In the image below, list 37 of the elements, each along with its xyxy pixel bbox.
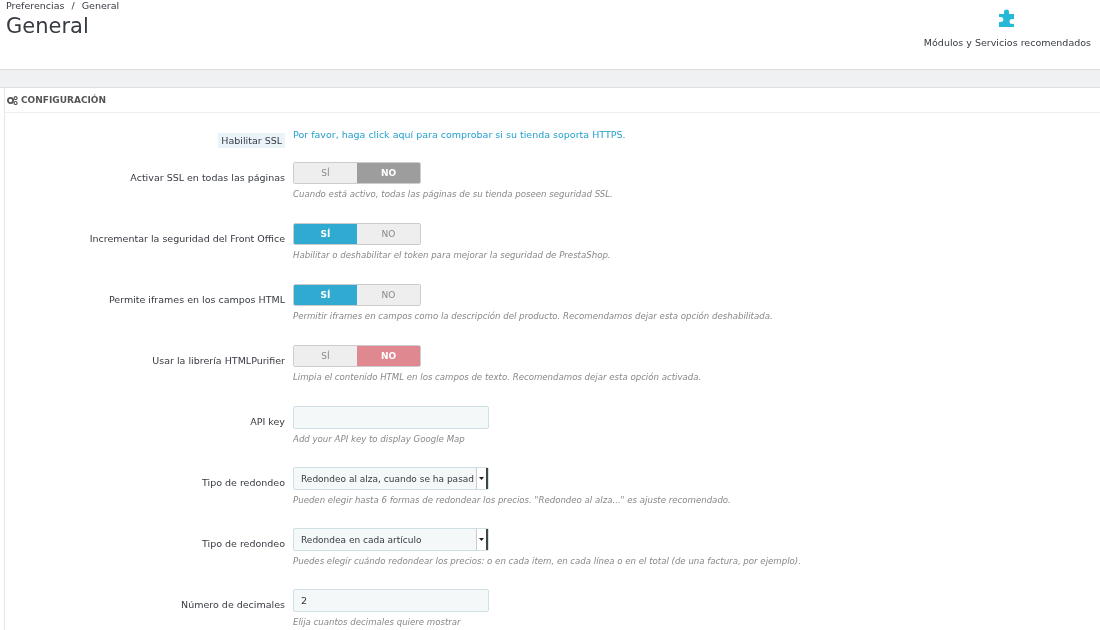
field-label: Tipo de redondeo [202,538,285,549]
gears-icon [7,95,18,105]
help-text: Permitir iframes en campos como la descripción del producto. Recomendamos dejar esta opción deshabilitada. [293,311,773,321]
field-label: API key [250,416,285,427]
toggle-option[interactable]: SÍ [294,285,357,305]
input-field[interactable]: 2 [293,589,489,612]
toggle-option[interactable]: SÍ [294,224,357,244]
breadcrumb-item[interactable]: Preferencias [6,0,65,11]
recommended-modules-button[interactable]: Módulos y Servicios recomendados [923,0,1100,69]
page-title: General [6,14,90,38]
help-text: Habilitar o deshabilitar el token para mejorar la seguridad de PrestaShop. [293,250,611,260]
help-text: Cuando está activo, todas las páginas de su tienda poseen seguridad SSL. [293,189,613,199]
field-label: Usar la librería HTMLPurifier [152,355,285,366]
toggle-option[interactable]: NO [357,346,420,366]
panel-heading: CONFIGURACIÓN [21,95,106,105]
toggle-option[interactable]: NO [357,224,420,244]
help-text: Pueden elegir hasta 6 formas de redondear los precios. "Redondeo al alza..." es ajuste recomendado. [293,495,731,505]
field-label: Activar SSL en todas las páginas [130,172,285,183]
help-text: Add your API key to display Google Map [293,434,465,444]
dropdown[interactable]: Redondea en cada artículo [293,528,489,551]
field-label: Tipo de redondeo [202,477,285,488]
field-label: Incrementar la seguridad del Front Office [89,233,285,244]
toggle-option[interactable]: SÍ [294,346,357,366]
caret-icon [479,477,484,480]
field-label: Permite iframes en los campos HTML [108,294,285,305]
field-label: Número de decimales [181,599,285,610]
toggle-option[interactable]: NO [357,285,420,305]
field-label: Habilitar SSL [218,133,285,148]
input-field[interactable] [293,406,489,429]
breadcrumb-separator: / [71,0,75,11]
https-check-link[interactable]: Por favor, haga click aquí para comprobar si su tienda soporta HTTPS. [293,125,626,140]
help-text: Puedes elegir cuándo redondear los precios: o en cada item, en cada línea o en el total (de una factura, por ejemplo). [293,556,801,566]
dropdown[interactable]: Redondeo al alza, cuando se ha pasad [293,467,489,490]
breadcrumb-item: General [81,0,120,11]
help-text: Limpia el contenido HTML en los campos de texto. Recomendamos dejar esta opción activada. [293,372,702,382]
help-text: Elija cuantos decimales quiere mostrar [293,617,461,627]
caret-icon [479,538,484,541]
